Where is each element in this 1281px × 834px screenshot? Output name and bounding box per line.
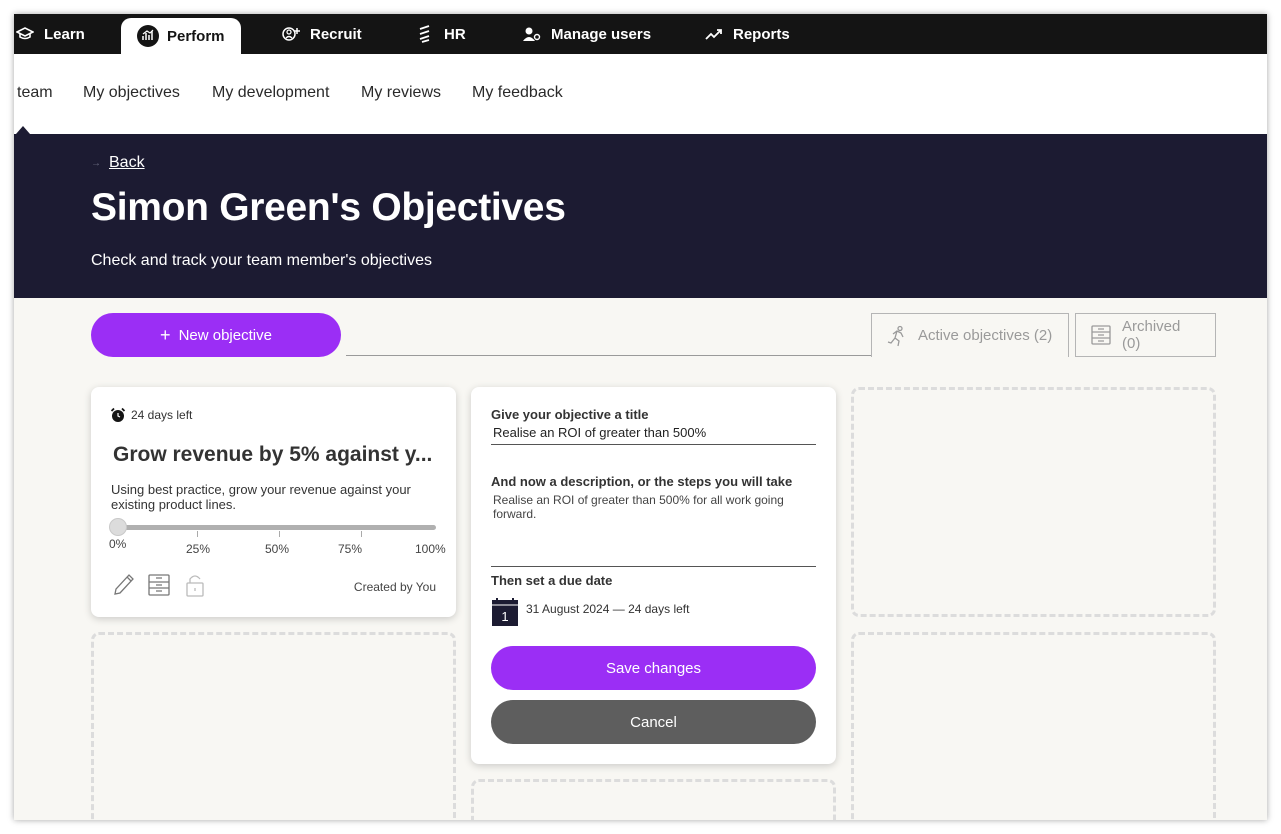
archive-icon[interactable] (147, 572, 171, 598)
trend-up-icon (703, 23, 725, 45)
subnav-item-my-objectives[interactable]: My objectives (83, 84, 180, 102)
calendar-day: 1 (501, 609, 508, 624)
tab-divider (346, 355, 871, 356)
tick-mark (361, 531, 362, 537)
user-settings-icon (521, 23, 543, 45)
alarm-clock-icon (110, 407, 126, 423)
description-label: And now a description, or the steps you … (491, 474, 793, 489)
recruit-add-user-icon (280, 23, 302, 45)
subnav-item-my-development[interactable]: My development (212, 84, 329, 102)
page-title: Simon Green's Objectives (91, 186, 566, 229)
title-label: Give your objective a title (491, 407, 649, 422)
tick-mark (197, 531, 198, 537)
performance-chart-icon (137, 25, 159, 47)
empty-objective-slot (851, 387, 1216, 617)
title-input-underline (491, 444, 816, 445)
progress-ticks: 0% 25% 50% 75% 100% (109, 529, 446, 559)
tab-active-objectives[interactable]: Active objectives (2) (871, 313, 1069, 357)
page-subtitle: Check and track your team member's objec… (91, 252, 432, 269)
nav-hr[interactable]: HR (414, 14, 466, 54)
nav-recruit[interactable]: Recruit (280, 14, 362, 54)
active-indicator (16, 126, 30, 134)
subnav-item-my-feedback[interactable]: My feedback (472, 84, 563, 102)
cancel-button[interactable]: Cancel (491, 700, 816, 744)
empty-objective-slot (471, 779, 836, 820)
nav-reports[interactable]: Reports (703, 14, 790, 54)
tick-mark (279, 531, 280, 537)
hr-icon (414, 23, 436, 45)
back-link[interactable]: → Back (91, 154, 145, 172)
lock-icon[interactable] (183, 572, 207, 598)
tick-label: 0% (109, 537, 127, 551)
top-nav: Learn Perform Recruit HR Manage users Re… (14, 14, 1267, 54)
card-actions (111, 572, 219, 598)
nav-manage-users[interactable]: Manage users (521, 14, 651, 54)
tick-label: 25% (186, 542, 211, 556)
edit-objective-form: Give your objective a title Realise an R… (471, 387, 836, 764)
created-by: Created by You (353, 580, 436, 594)
graduation-cap-icon (14, 23, 36, 45)
sub-nav: team My objectives My development My rev… (14, 54, 1267, 134)
objective-description: Using best practice, grow your revenue a… (111, 482, 411, 512)
arrow-right-icon: → (91, 157, 101, 169)
calendar-icon[interactable]: 1 (491, 597, 519, 627)
new-objective-button[interactable]: + New objective (91, 313, 341, 357)
due-date-picker[interactable]: 1 31 August 2024 — 24 days left (491, 597, 689, 627)
tab-archived[interactable]: Archived (0) (1075, 313, 1216, 357)
objective-title: Grow revenue by 5% against y... (113, 443, 433, 466)
nav-learn[interactable]: Learn (14, 14, 85, 54)
plus-icon: + (160, 324, 171, 345)
empty-objective-slot (851, 632, 1216, 820)
subnav-item-my-reviews[interactable]: My reviews (361, 84, 441, 102)
days-left: 24 days left (110, 407, 192, 423)
due-date-label: Then set a due date (491, 573, 613, 588)
nav-perform[interactable]: Perform (121, 18, 241, 54)
tick-label: 100% (415, 542, 446, 556)
pencil-icon[interactable] (111, 572, 135, 598)
description-input-underline (491, 566, 816, 567)
title-input[interactable]: Realise an ROI of greater than 500% (493, 425, 706, 440)
page-header: → Back Simon Green's Objectives Check an… (14, 134, 1267, 298)
tick-label: 50% (265, 542, 290, 556)
empty-objective-slot (91, 632, 456, 820)
tick-label: 75% (338, 542, 363, 556)
objective-card[interactable]: 24 days left Grow revenue by 5% against … (91, 387, 456, 617)
due-date-value: 31 August 2024 — 24 days left (526, 602, 690, 616)
archive-box-icon (1090, 324, 1112, 346)
running-person-icon (886, 325, 908, 347)
app-window: Learn Perform Recruit HR Manage users Re… (14, 14, 1267, 820)
save-changes-button[interactable]: Save changes (491, 646, 816, 690)
subnav-item-team[interactable]: team (17, 84, 53, 102)
description-input[interactable]: Realise an ROI of greater than 500% for … (493, 493, 793, 521)
